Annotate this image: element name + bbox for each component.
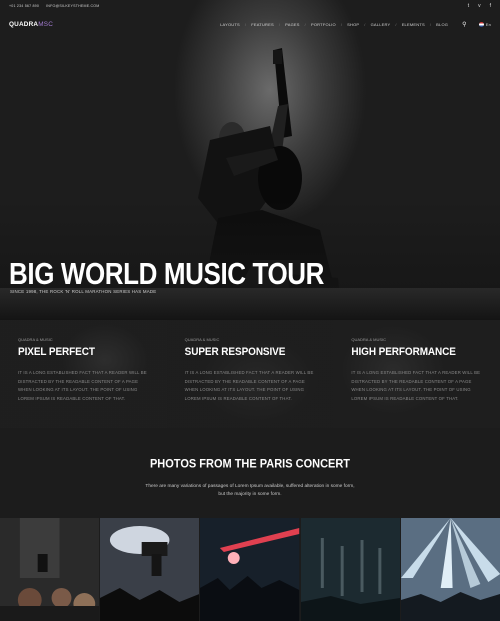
nav-item-shop[interactable]: SHOP (347, 22, 359, 27)
gallery-photo[interactable] (300, 518, 400, 621)
nav-item-blog[interactable]: BLOG (436, 22, 448, 27)
search-icon[interactable]: ⚲ (462, 21, 467, 28)
main-navbar: QUADRAMSC LAYOUTS / FEATURES / PAGES / PORT… (0, 14, 500, 34)
feature-card: QUADRA & MUSIC HIGH PERFORMANCE IT IS A … (333, 320, 500, 428)
social-links: t v f (468, 3, 491, 9)
feature-card: QUADRA & MUSIC SUPER RESPONSIVE IT IS A … (166, 320, 334, 428)
photo-gallery (0, 518, 500, 621)
hero-title: BIG WORLD MUSIC TOUR (9, 255, 325, 292)
gallery-photo[interactable] (100, 518, 200, 621)
email-link[interactable]: INFO@SILKEYSTHEME.COM (46, 4, 99, 8)
feature-text: IT IS A LONG ESTABLISHED FACT THAT A REA… (18, 370, 147, 401)
photos-description: There are many variations of passages of… (145, 484, 355, 497)
gallery-photo[interactable] (0, 518, 100, 621)
nav-item-layouts[interactable]: LAYOUTS (220, 22, 240, 27)
site-logo[interactable]: QUADRAMSC (9, 21, 53, 28)
nav-item-features[interactable]: FEATURES (251, 22, 274, 27)
nav-item-pages[interactable]: PAGES (285, 22, 300, 27)
feature-title: HIGH PERFORMANCE (351, 346, 456, 359)
nav-item-gallery[interactable]: GALLERY (371, 22, 391, 27)
feature-text: IT IS A LONG ESTABLISHED FACT THAT A REA… (184, 370, 314, 401)
feature-kicker: QUADRA & MUSIC (18, 337, 53, 342)
vimeo-icon[interactable]: v (478, 3, 481, 9)
facebook-icon[interactable]: f (490, 3, 491, 9)
top-bar: +01 234 567 890 INFO@SILKEYSTHEME.COM t … (0, 0, 500, 12)
feature-title: PIXEL PERFECT (18, 346, 95, 359)
nav-item-portfolio[interactable]: PORTFOLIO (311, 22, 336, 27)
feature-kicker: QUADRA & MUSIC (184, 337, 220, 342)
language-label: En (485, 21, 491, 27)
language-selector[interactable]: En (478, 21, 491, 27)
nav-menu: LAYOUTS / FEATURES / PAGES / PORTFOLIO / SHO… (220, 21, 491, 28)
flag-icon (478, 21, 484, 27)
features-section: QUADRA & MUSIC PIXEL PERFECT IT IS A LON… (0, 320, 500, 428)
feature-title: SUPER RESPONSIVE (184, 346, 286, 359)
gallery-photo[interactable] (400, 518, 500, 621)
feature-card: QUADRA & MUSIC PIXEL PERFECT IT IS A LON… (0, 320, 167, 428)
feature-kicker: QUADRA & MUSIC (351, 337, 387, 342)
hero-subtitle: SINCE 1998, THE ROCK 'N' ROLL MARATHON S… (10, 289, 157, 294)
phone-number[interactable]: +01 234 567 890 (9, 4, 39, 8)
photos-section: PHOTOS FROM THE PARIS CONCERT There are … (0, 428, 500, 518)
photos-title: PHOTOS FROM THE PARIS CONCERT (149, 457, 351, 471)
gallery-photo[interactable] (200, 518, 300, 621)
twitter-icon[interactable]: t (468, 3, 469, 9)
feature-text: IT IS A LONG ESTABLISHED FACT THAT A REA… (351, 370, 481, 401)
nav-item-elements[interactable]: ELEMENTS (402, 22, 425, 27)
